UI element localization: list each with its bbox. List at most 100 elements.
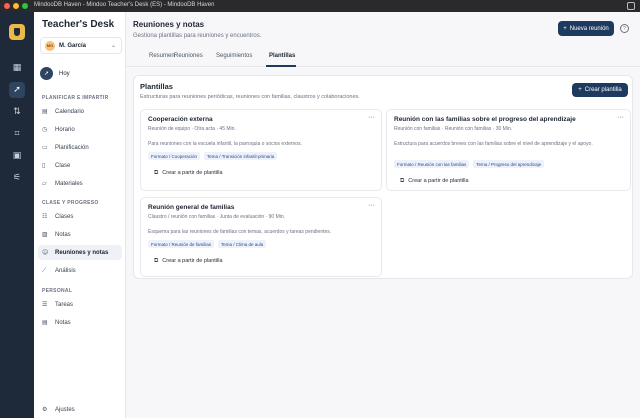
minimize-window-button[interactable] [13,3,19,9]
copy-icon: ⧉ [154,168,159,176]
sidebar-item-clases[interactable]: ☷ Clases [38,209,122,224]
swap-icon[interactable]: ⇅ [9,104,25,120]
section-label: CLASE Y PROGRESO [42,200,99,206]
page-title: Reuniones y notas [133,20,205,29]
sidebar-item-label: Notas [55,231,71,238]
book-icon: ▭ [42,144,48,151]
copy-icon: ⧉ [400,176,405,184]
card-meta: Claustro / reunión con familias · Junta … [148,214,286,220]
user-switcher[interactable]: MG M. García ⌄ [40,37,122,54]
button-label: Crear a partir de plantilla [408,177,469,184]
close-window-button[interactable] [4,3,10,9]
grid-icon[interactable]: ▦ [9,60,25,76]
scan-icon[interactable]: ⌗ [9,126,25,142]
sidebar-item-label: Clase [55,162,71,169]
tag: Formato / Cooperación [148,152,201,160]
chevron-down-icon: ⌄ [110,43,116,49]
sidebar-item-label: Calendario [55,108,85,115]
template-card[interactable]: Reunión con las familias sobre el progre… [386,109,631,191]
more-options-icon[interactable]: ··· [368,114,375,121]
people-icon: ☺ [42,249,49,256]
button-label: Crear a partir de plantilla [162,257,223,264]
panel-title: Plantillas [140,82,173,91]
sidebar-item-tareas[interactable]: ☰ Tareas [38,297,122,312]
document-icon: ▯ [42,162,46,169]
sidebar-item-calendario[interactable]: ▤ Calendario [38,104,122,119]
sidebar-item-label: Planificación [55,144,89,151]
app-window: MindooDB Haven - Mindoo Teacher's Desk (… [0,0,640,418]
sidebar-item-notas-personal[interactable]: ▤ Notas [38,315,122,330]
create-from-template-button[interactable]: ⧉ Crear a partir de plantilla [148,254,228,267]
sidebar-item-label: Reuniones y notas [55,249,109,256]
card-title: Reunión general de familias [148,204,235,211]
tag: Tema / Clima de aula [218,240,267,248]
sidebar-item-notas[interactable]: ▨ Notas [38,227,122,242]
button-label: Crear plantilla [584,87,622,93]
copy-icon: ⧉ [154,256,159,264]
section-label: PLANIFICAR E IMPARTIR [42,95,109,101]
sidebar-item-label: Análisis [55,267,76,274]
panel-subtitle: Estructuras para reuniones periódicas, r… [140,94,360,100]
app-logo-icon [9,24,25,40]
sidebar-item-clase[interactable]: ▯ Clase [38,158,122,173]
share-icon[interactable] [627,2,635,10]
sidebar-item-analisis[interactable]: ⟋ Análisis [38,263,122,278]
user-name: M. García [59,42,87,49]
sliders-icon[interactable]: ⚟ [9,170,25,186]
more-options-icon[interactable]: ··· [368,202,375,209]
users-icon: ☷ [42,213,48,220]
page-subtitle: Gestiona plantillas para reuniones y enc… [133,33,262,39]
tag: Formato / Reunión con las familias [394,160,470,168]
sidebar-item-hoy[interactable]: ➚ Hoy [40,67,70,80]
image-icon[interactable]: ▣ [9,148,25,164]
grades-icon: ▨ [42,231,48,238]
note-icon: ▤ [42,319,48,326]
active-tab-indicator [266,65,296,67]
sidebar-item-horario[interactable]: ◷ Horario [38,122,122,137]
tab-seguimientos[interactable]: Seguimientos [216,53,252,59]
help-icon[interactable]: ? [620,24,629,33]
card-title: Cooperación externa [148,116,213,123]
tag: Tema / Progreso del aprendizaje [473,160,545,168]
sidebar: Teacher's Desk MG M. García ⌄ ➚ Hoy PLAN… [34,12,126,418]
app-rail: ▦ ➚ ⇅ ⌗ ▣ ⚟ [0,12,34,418]
zoom-window-button[interactable] [22,3,28,9]
tab-bar: Resumen Reuniones Seguimientos Plantilla… [126,51,640,67]
checklist-icon: ☰ [42,301,48,308]
chart-icon: ⟋ [42,266,47,274]
create-template-button[interactable]: + Crear plantilla [572,83,628,97]
folder-icon: ▱ [42,180,47,187]
tag: Formato / Reunión de familias [148,240,215,248]
create-from-template-button[interactable]: ⧉ Crear a partir de plantilla [148,166,228,179]
more-options-icon[interactable]: ··· [617,114,624,121]
window-title: MindooDB Haven - Mindoo Teacher's Desk (… [34,2,215,8]
create-from-template-button[interactable]: ⧉ Crear a partir de plantilla [394,174,474,187]
sidebar-item-label: Hoy [59,70,70,77]
rocket-icon[interactable]: ➚ [9,82,25,98]
template-card[interactable]: Cooperación externa ··· Reunión de equip… [140,109,382,191]
sidebar-item-ajustes[interactable]: ⚙ Ajustes [38,402,122,417]
plus-icon: + [578,87,582,93]
templates-panel: Plantillas Estructuras para reuniones pe… [133,75,633,279]
tab-reuniones[interactable]: Reuniones [174,53,203,59]
card-meta: Reunión de equipo · Otra acta · 45 Min. [148,126,236,132]
tab-plantillas[interactable]: Plantillas [269,53,295,59]
sidebar-item-label: Horario [55,126,75,133]
titlebar: MindooDB Haven - Mindoo Teacher's Desk (… [0,0,640,12]
gear-icon: ⚙ [42,406,48,413]
brand-title: Teacher's Desk [42,19,115,30]
sidebar-item-materiales[interactable]: ▱ Materiales [38,176,122,191]
sidebar-item-label: Clases [55,213,74,220]
section-label: PERSONAL [42,288,73,294]
sidebar-item-planificacion[interactable]: ▭ Planificación [38,140,122,155]
sidebar-item-label: Ajustes [55,406,75,413]
sidebar-item-label: Notas [55,319,71,326]
card-description: Esquema para las reuniones de familias c… [148,229,332,235]
tab-resumen[interactable]: Resumen [149,53,175,59]
card-meta: Reunión con familias · Reunión con famil… [394,126,513,132]
plus-icon: + [563,25,567,32]
new-meeting-button[interactable]: + Nueva reunión [558,21,614,36]
rocket-icon: ➚ [40,67,53,80]
sidebar-item-reuniones[interactable]: ☺ Reuniones y notas [38,245,122,260]
template-card[interactable]: Reunión general de familias ··· Claustro… [140,197,382,277]
